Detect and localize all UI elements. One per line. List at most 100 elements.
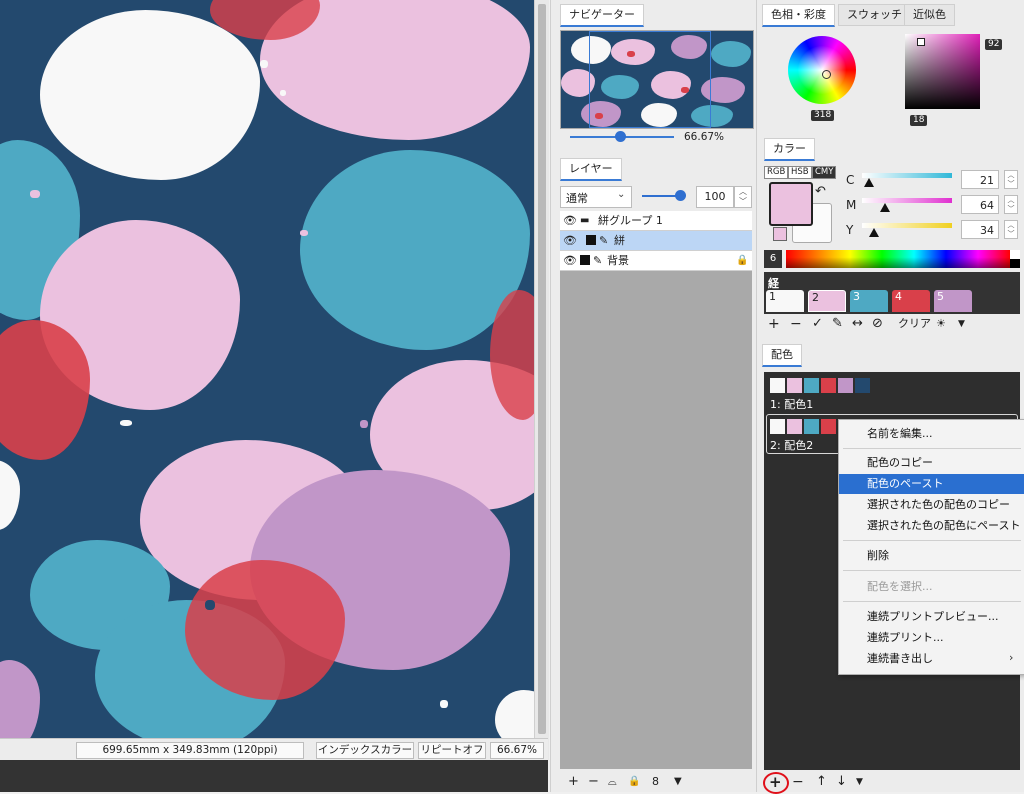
chain-icon[interactable]: 8 bbox=[652, 772, 659, 792]
arrow-down-icon[interactable]: ↓ bbox=[836, 772, 847, 792]
warp-color-cell[interactable]: 3 bbox=[850, 290, 888, 312]
repeat-toggle-button[interactable]: リピートオフ bbox=[418, 742, 486, 759]
tab-color[interactable]: カラー bbox=[764, 138, 815, 161]
canvas-vertical-scrollbar[interactable] bbox=[534, 0, 549, 760]
black-white-swatch[interactable] bbox=[1010, 250, 1020, 268]
eye-icon[interactable]: 👁 bbox=[563, 251, 577, 270]
navigator-viewport-frame[interactable] bbox=[589, 31, 711, 128]
menu-item-export[interactable]: 連続書き出し bbox=[839, 649, 1024, 669]
yellow-value[interactable]: 34 bbox=[961, 220, 999, 239]
hue-wheel[interactable] bbox=[788, 36, 856, 104]
pattern-speck bbox=[120, 420, 132, 426]
chevron-down-icon: ⌄ bbox=[617, 189, 626, 200]
tab-color-schemes[interactable]: 配色 bbox=[762, 344, 802, 367]
scheme-swatch bbox=[787, 419, 802, 434]
magenta-slider-handle[interactable] bbox=[880, 203, 890, 212]
warp-color-cell[interactable]: 5 bbox=[934, 290, 972, 312]
tab-similar-colors[interactable]: 近似色 bbox=[904, 4, 955, 26]
scheme-swatch bbox=[770, 378, 785, 393]
tab-swatches[interactable]: スウォッチ bbox=[838, 4, 911, 26]
scheme-swatch bbox=[787, 378, 802, 393]
clear-button[interactable]: クリア bbox=[898, 314, 931, 334]
cyan-value[interactable]: 21 bbox=[961, 170, 999, 189]
eye-icon[interactable]: 👁 bbox=[563, 211, 577, 230]
magenta-value[interactable]: 64 bbox=[961, 195, 999, 214]
layer-row-selected[interactable]: 👁 ✎ 絣 bbox=[560, 231, 752, 251]
folder-icon: ▬ bbox=[580, 215, 590, 226]
menu-item-copy-selected[interactable]: 選択された色の配色のコピー bbox=[839, 495, 1024, 515]
layer-name: 絣 bbox=[614, 234, 625, 247]
sun-icon[interactable]: ☀ bbox=[936, 314, 946, 334]
hue-value-badge: 318 bbox=[811, 110, 835, 121]
swap-horizontal-icon[interactable]: ↔ bbox=[852, 314, 863, 334]
navigator-thumbnail[interactable] bbox=[560, 30, 754, 129]
hue-wheel-center bbox=[798, 46, 846, 94]
scheme-swatch bbox=[855, 378, 870, 393]
check-icon[interactable]: ✓ bbox=[812, 314, 823, 334]
layer-type-icon bbox=[580, 255, 590, 265]
magenta-stepper[interactable]: ︿ ﹀ bbox=[1004, 195, 1018, 214]
pattern-canvas[interactable] bbox=[0, 0, 534, 738]
swap-icon[interactable]: ↶ bbox=[815, 184, 826, 199]
chevron-down-icon[interactable]: ▼ bbox=[856, 772, 863, 792]
color-spectrum-bar[interactable] bbox=[786, 250, 1010, 268]
cyan-slider[interactable] bbox=[862, 173, 952, 178]
warp-toolbar: + − ✓ ✎ ↔ ⊘ クリア ☀ ▼ bbox=[764, 314, 1020, 334]
mode-cmy-button[interactable]: CMY bbox=[812, 166, 837, 179]
menu-item-paste-scheme[interactable]: 配色のペースト bbox=[839, 474, 1024, 494]
layer-row-group[interactable]: 👁 ▬ 絣グループ 1 bbox=[560, 211, 752, 231]
sv-marker[interactable] bbox=[917, 38, 925, 46]
link-icon[interactable]: ⌓ bbox=[608, 772, 617, 792]
mode-hsb-button[interactable]: HSB bbox=[788, 166, 812, 179]
default-color-swatch[interactable] bbox=[773, 227, 787, 241]
layer-row-background[interactable]: 👁 ✎ 背景 🔒 bbox=[560, 251, 752, 271]
warp-color-cell[interactable]: 4 bbox=[892, 290, 930, 312]
menu-item-print-preview[interactable]: 連続プリントプレビュー... bbox=[839, 607, 1024, 627]
menu-item-edit-name[interactable]: 名前を編集... bbox=[839, 424, 1024, 444]
add-layer-button[interactable]: + bbox=[568, 772, 579, 792]
tab-layers[interactable]: レイヤー bbox=[560, 158, 622, 181]
scheme-item[interactable]: 1: 配色1 bbox=[766, 374, 1018, 414]
cyan-stepper[interactable]: ︿ ﹀ bbox=[1004, 170, 1018, 189]
blend-mode-select[interactable]: 通常 ⌄ bbox=[560, 186, 632, 208]
chevron-down-icon[interactable]: ▼ bbox=[958, 314, 965, 334]
yellow-slider-handle[interactable] bbox=[869, 228, 879, 237]
delete-layer-button[interactable]: − bbox=[588, 772, 599, 792]
arrow-up-icon[interactable]: ↑ bbox=[816, 772, 827, 792]
navigator-zoom-knob[interactable] bbox=[615, 131, 626, 142]
scrollbar-thumb[interactable] bbox=[538, 4, 546, 734]
opacity-stepper[interactable]: ︿ ﹀ bbox=[734, 186, 752, 208]
pencil-icon: ✎ bbox=[599, 234, 609, 247]
eye-icon[interactable]: 👁 bbox=[563, 231, 577, 250]
tab-navigator[interactable]: ナビゲーター bbox=[560, 4, 644, 27]
scheme-label: 2: 配色2 bbox=[770, 439, 814, 452]
pencil-icon[interactable]: ✎ bbox=[832, 314, 843, 334]
menu-item-print[interactable]: 連続プリント... bbox=[839, 628, 1024, 648]
pattern-speck bbox=[30, 190, 40, 198]
cyan-slider-handle[interactable] bbox=[864, 178, 874, 187]
warp-title: 経 bbox=[768, 277, 779, 290]
yellow-stepper[interactable]: ︿ ﹀ bbox=[1004, 220, 1018, 239]
minus-icon[interactable]: − bbox=[792, 772, 804, 792]
magenta-slider[interactable] bbox=[862, 198, 952, 203]
lock-icon[interactable]: 🔒 bbox=[628, 772, 640, 792]
menu-item-paste-selected[interactable]: 選択された色の配色にペースト bbox=[839, 516, 1024, 536]
minus-icon[interactable]: − bbox=[790, 314, 802, 334]
menu-separator bbox=[843, 570, 1021, 571]
chevron-down-icon[interactable]: ▼ bbox=[674, 772, 682, 792]
hue-picker[interactable] bbox=[822, 70, 831, 79]
color-mode-button[interactable]: インデックスカラー bbox=[316, 742, 414, 759]
canvas-zoom-readout[interactable]: 66.67% bbox=[490, 742, 544, 759]
prohibit-icon[interactable]: ⊘ bbox=[872, 314, 883, 334]
mode-rgb-button[interactable]: RGB bbox=[764, 166, 789, 179]
menu-item-copy-scheme[interactable]: 配色のコピー bbox=[839, 453, 1024, 473]
lock-icon[interactable]: 🔒 bbox=[736, 251, 748, 270]
tab-hue-saturation[interactable]: 色相・彩度 bbox=[762, 4, 835, 27]
opacity-value[interactable]: 100 bbox=[696, 186, 734, 208]
warp-color-cell[interactable]: 2 bbox=[808, 290, 846, 312]
warp-color-cell[interactable]: 1 bbox=[766, 290, 804, 312]
foreground-color-swatch[interactable] bbox=[769, 182, 813, 226]
opacity-slider-knob[interactable] bbox=[675, 190, 686, 201]
menu-item-delete[interactable]: 削除 bbox=[839, 546, 1024, 566]
plus-icon[interactable]: + bbox=[768, 314, 780, 334]
